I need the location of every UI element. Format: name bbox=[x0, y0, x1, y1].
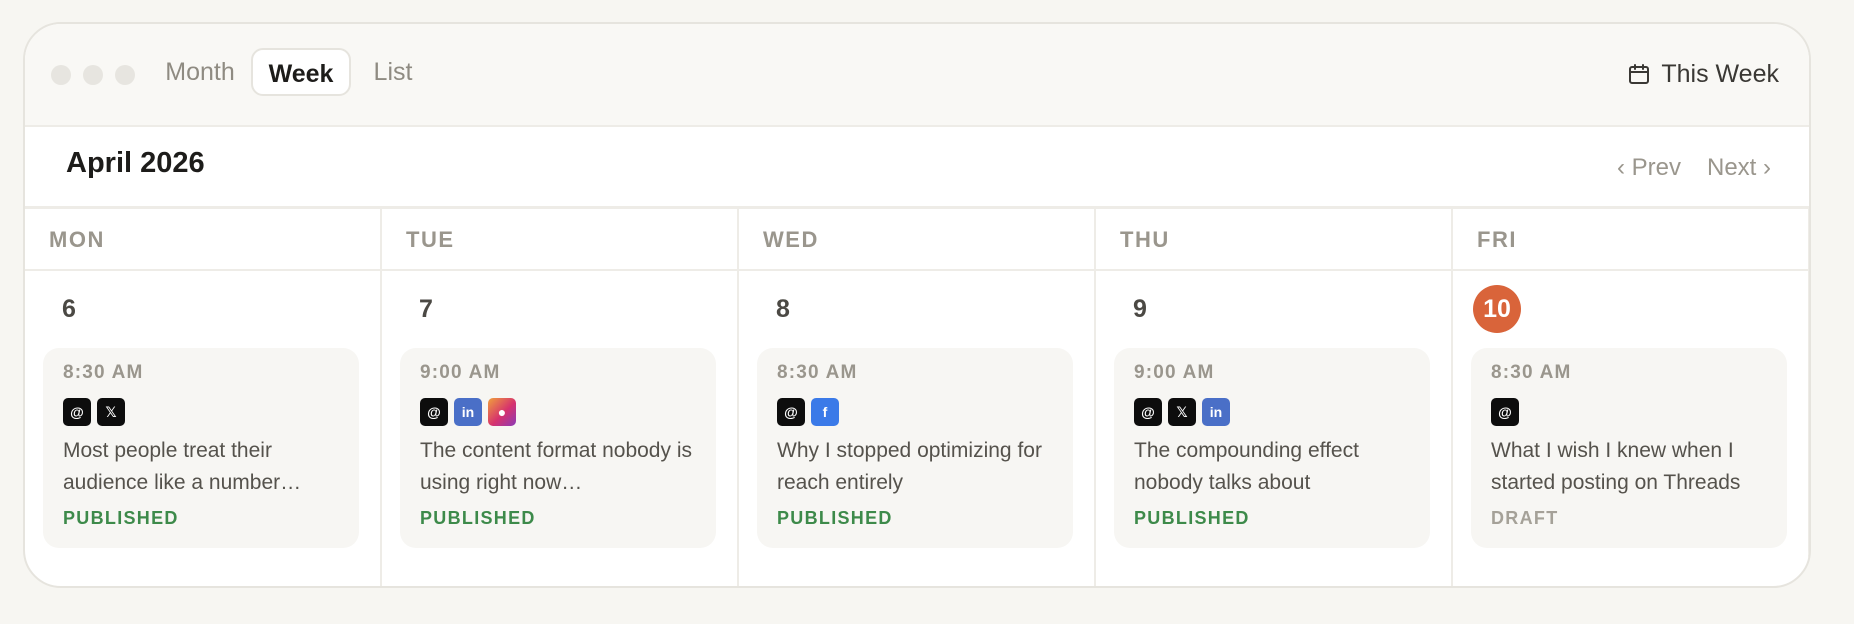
tab-month[interactable]: Month bbox=[159, 48, 241, 96]
day-column[interactable]: MON 6 8:30 AM @ 𝕏 Most people treat their… bbox=[25, 209, 382, 586]
post-card[interactable]: 8:30 AM @ 𝕏 Most people treat their audie… bbox=[43, 348, 359, 548]
linkedin-icon: in bbox=[454, 398, 482, 426]
post-text: The content format nobody is using right… bbox=[420, 439, 692, 494]
month-bar: April 2026 ‹ Prev Next › bbox=[25, 127, 1809, 207]
day-number[interactable]: 10 bbox=[1473, 285, 1521, 333]
window-dot-maximize[interactable] bbox=[115, 65, 135, 85]
post-card[interactable]: 9:00 AM @ 𝕏in The compounding effect nobo… bbox=[1114, 348, 1430, 548]
day-header: FRI bbox=[1453, 209, 1808, 271]
calendar-icon bbox=[1629, 64, 1650, 84]
tab-week[interactable]: Week bbox=[251, 48, 351, 96]
day-number[interactable]: 7 bbox=[402, 285, 450, 333]
day-header: THU bbox=[1096, 209, 1451, 271]
month-title: April 2026 bbox=[66, 147, 205, 179]
day-number[interactable]: 9 bbox=[1116, 285, 1164, 333]
this-week-label: This Week bbox=[1661, 59, 1779, 88]
post-text: The compounding effect nobody talks abou… bbox=[1134, 439, 1359, 494]
this-week-button[interactable]: This Week bbox=[1627, 54, 1779, 94]
linkedin-icon: in bbox=[1202, 398, 1230, 426]
day-number[interactable]: 6 bbox=[45, 285, 93, 333]
day-column[interactable]: TUE 7 9:00 AM @ in ● The content format no… bbox=[382, 209, 739, 586]
tab-list[interactable]: List bbox=[365, 48, 421, 96]
post-time: 9:00 AM bbox=[420, 362, 501, 383]
post-card[interactable]: 8:30 AM @ f Why I stopped optimizing for … bbox=[757, 348, 1073, 548]
platform-icons: @ 𝕏in bbox=[1134, 398, 1410, 426]
day-column[interactable]: THU 9 9:00 AM @ 𝕏in The compounding effec… bbox=[1096, 209, 1453, 586]
prev-button[interactable]: ‹ Prev bbox=[1617, 154, 1681, 182]
post-time: 8:30 AM bbox=[777, 362, 858, 383]
calendar-window: Month Week List This Week April 2026 ‹ P… bbox=[23, 22, 1811, 588]
status-badge: PUBLISHED bbox=[1134, 508, 1250, 528]
status-badge: PUBLISHED bbox=[777, 508, 893, 528]
facebook-icon: f bbox=[811, 398, 839, 426]
next-button[interactable]: Next › bbox=[1707, 154, 1771, 182]
day-header: MON bbox=[25, 209, 380, 271]
window-dot-minimize[interactable] bbox=[83, 65, 103, 85]
post-text: Most people treat their audience like a … bbox=[63, 439, 302, 494]
post-card[interactable]: 9:00 AM @ in ● The content format nobody i… bbox=[400, 348, 716, 548]
window-dot-close[interactable] bbox=[51, 65, 71, 85]
threads-icon: @ bbox=[1134, 398, 1162, 426]
platform-icons: @ f bbox=[777, 398, 1053, 426]
threads-icon: @ bbox=[1491, 398, 1519, 426]
x-icon: 𝕏 bbox=[1168, 398, 1196, 426]
threads-icon: @ bbox=[63, 398, 91, 426]
post-time: 9:00 AM bbox=[1134, 362, 1215, 383]
titlebar: Month Week List This Week bbox=[25, 24, 1809, 127]
post-time: 8:30 AM bbox=[1491, 362, 1572, 383]
week-grid: MON 6 8:30 AM @ 𝕏 Most people treat their… bbox=[25, 206, 1809, 586]
day-column[interactable]: WED 8 8:30 AM @ f Why I stopped optimizin… bbox=[739, 209, 1096, 586]
status-badge: DRAFT bbox=[1491, 508, 1559, 528]
day-column[interactable]: FRI 10 8:30 AM @ What I wish I knew when… bbox=[1453, 209, 1809, 586]
instagram-icon: ● bbox=[488, 398, 516, 426]
threads-icon: @ bbox=[420, 398, 448, 426]
status-badge: PUBLISHED bbox=[63, 508, 179, 528]
post-text: What I wish I knew when I started postin… bbox=[1491, 439, 1741, 494]
platform-icons: @ bbox=[1491, 398, 1767, 426]
post-time: 8:30 AM bbox=[63, 362, 144, 383]
day-number[interactable]: 8 bbox=[759, 285, 807, 333]
threads-icon: @ bbox=[777, 398, 805, 426]
status-badge: PUBLISHED bbox=[420, 508, 536, 528]
day-header: WED bbox=[739, 209, 1094, 271]
platform-icons: @ in ● bbox=[420, 398, 696, 426]
post-text: Why I stopped optimizing for reach entir… bbox=[777, 439, 1042, 494]
day-header: TUE bbox=[382, 209, 737, 271]
post-card[interactable]: 8:30 AM @ What I wish I knew when I star… bbox=[1471, 348, 1787, 548]
platform-icons: @ 𝕏 bbox=[63, 398, 339, 426]
x-icon: 𝕏 bbox=[97, 398, 125, 426]
